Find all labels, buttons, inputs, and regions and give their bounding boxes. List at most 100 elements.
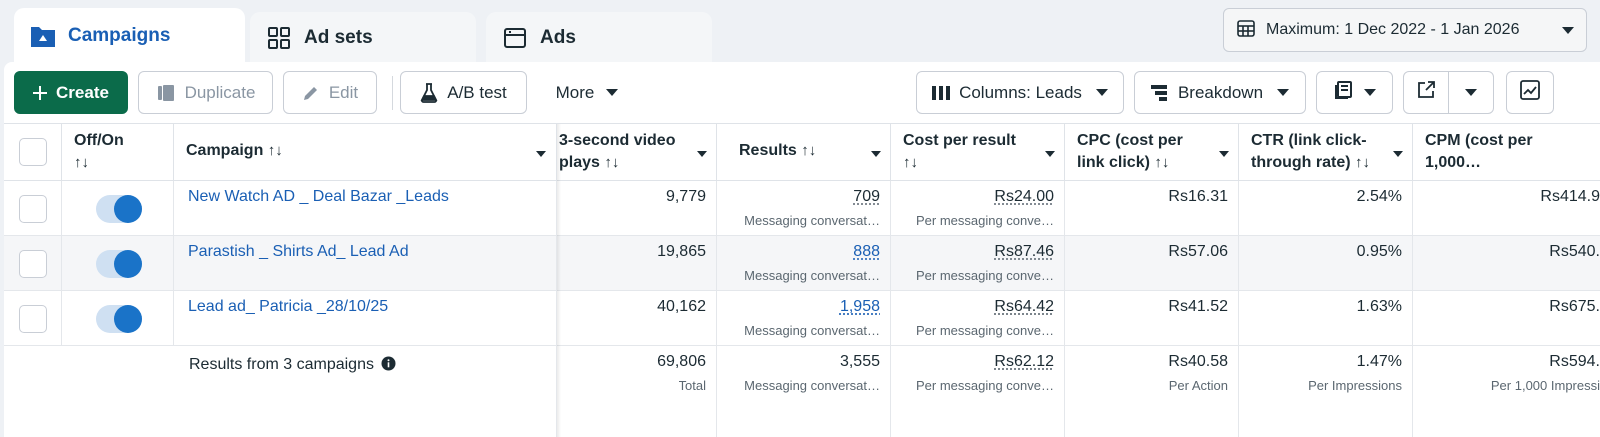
header-video-plays-line2: plays bbox=[559, 154, 600, 171]
header-off-on[interactable]: Off/On ↑↓ bbox=[62, 124, 174, 181]
folder-icon bbox=[30, 23, 56, 49]
row-checkbox[interactable] bbox=[19, 250, 47, 278]
export-button[interactable] bbox=[1403, 71, 1449, 114]
sort-icon: ↑↓ bbox=[903, 154, 918, 171]
chevron-down-icon bbox=[1363, 89, 1376, 96]
table-row[interactable]: Lead ad_ Patricia _28/10/25 40,162 1,958… bbox=[4, 291, 1600, 346]
cost-per-result-subtext: Per messaging conve… bbox=[915, 268, 1054, 283]
duplicate-button[interactable]: Duplicate bbox=[138, 71, 273, 114]
toggle-knob bbox=[114, 195, 142, 223]
frozen-column-shadow bbox=[557, 124, 561, 437]
create-button[interactable]: Create bbox=[14, 71, 128, 114]
calendar-icon bbox=[1236, 18, 1256, 43]
chevron-down-icon bbox=[1045, 151, 1055, 157]
tab-campaigns-label: Campaigns bbox=[68, 25, 171, 46]
table-row[interactable]: New Watch AD _ Deal Bazar _Leads 9,779 7… bbox=[4, 181, 1600, 236]
results-value[interactable]: 709 bbox=[853, 188, 880, 206]
cpm-value: Rs540. bbox=[1549, 243, 1600, 260]
campaigns-panel: Create Duplicate Edit A/B test More Colu… bbox=[4, 62, 1600, 437]
row-checkbox[interactable] bbox=[19, 305, 47, 333]
header-cpc[interactable]: CPC (cost per link click) ↑↓ bbox=[1065, 124, 1239, 181]
export-icon bbox=[1417, 81, 1435, 104]
export-menu-button[interactable] bbox=[1448, 71, 1494, 114]
breakdown-label: Breakdown bbox=[1177, 82, 1264, 102]
chevron-down-icon bbox=[606, 89, 619, 96]
tab-ad-sets[interactable]: Ad sets bbox=[250, 12, 476, 64]
sort-icon: ↑↓ bbox=[1355, 154, 1370, 171]
summary-results-subtext: Messaging conversat… bbox=[744, 378, 880, 393]
campaign-name-link[interactable]: Parastish _ Shirts Ad_ Lead Ad bbox=[188, 243, 409, 261]
chevron-down-icon bbox=[1095, 89, 1108, 96]
header-results-label: Results bbox=[739, 142, 797, 159]
campaign-toggle[interactable] bbox=[96, 195, 142, 223]
breakdown-icon bbox=[1150, 84, 1169, 102]
columns-button[interactable]: Columns: Leads bbox=[916, 71, 1124, 114]
campaign-toggle[interactable] bbox=[96, 305, 142, 333]
chevron-down-icon bbox=[1465, 89, 1477, 96]
pencil-icon bbox=[302, 84, 320, 102]
campaign-name-link[interactable]: Lead ad_ Patricia _28/10/25 bbox=[188, 298, 388, 316]
summary-cpm: Rs594. bbox=[1549, 353, 1600, 370]
campaign-toggle[interactable] bbox=[96, 250, 142, 278]
header-campaign-label: Campaign bbox=[186, 142, 264, 159]
info-icon[interactable] bbox=[381, 356, 396, 376]
cost-per-result-value[interactable]: Rs24.00 bbox=[994, 188, 1054, 206]
more-label: More bbox=[555, 82, 595, 102]
summary-cost-per-result[interactable]: Rs62.12 bbox=[994, 353, 1054, 371]
summary-ctr: 1.47% bbox=[1356, 353, 1402, 370]
header-video-plays[interactable]: 3-second video plays ↑↓ bbox=[557, 124, 717, 181]
cpc-value: Rs41.52 bbox=[1168, 298, 1228, 315]
create-label: Create bbox=[56, 82, 109, 102]
charts-button[interactable] bbox=[1506, 71, 1554, 114]
results-value[interactable]: 1,958 bbox=[840, 298, 880, 316]
reports-button[interactable] bbox=[1316, 71, 1393, 114]
summary-video-plays-subtext: Total bbox=[678, 378, 706, 393]
ab-test-button[interactable]: A/B test bbox=[400, 71, 527, 114]
edit-button[interactable]: Edit bbox=[283, 71, 377, 114]
chevron-down-icon bbox=[536, 151, 546, 157]
cost-per-result-value[interactable]: Rs64.42 bbox=[994, 298, 1054, 316]
campaigns-table: Off/On ↑↓ Campaign ↑↓ 3-second video pla… bbox=[4, 123, 1600, 437]
video-plays-value: 9,779 bbox=[665, 188, 706, 205]
summary-results: 3,555 bbox=[839, 353, 880, 370]
header-cpm[interactable]: CPM (cost per 1,000… bbox=[1413, 124, 1600, 181]
sort-icon: ↑↓ bbox=[267, 142, 283, 159]
results-subtext: Messaging conversat… bbox=[744, 323, 880, 338]
sort-icon: ↑↓ bbox=[604, 154, 620, 171]
video-plays-value: 40,162 bbox=[657, 298, 706, 315]
row-checkbox[interactable] bbox=[19, 195, 47, 223]
date-range-picker[interactable]: Maximum: 1 Dec 2022 - 1 Jan 2026 bbox=[1223, 8, 1587, 52]
header-ctr[interactable]: CTR (link click- through rate) ↑↓ bbox=[1239, 124, 1413, 181]
header-ctr-line2: through rate) bbox=[1251, 154, 1351, 171]
breakdown-button[interactable]: Breakdown bbox=[1134, 71, 1306, 114]
header-results[interactable]: Results ↑↓ bbox=[717, 124, 891, 181]
date-range-label: Maximum: 1 Dec 2022 - 1 Jan 2026 bbox=[1266, 21, 1520, 38]
grid-icon bbox=[266, 25, 292, 51]
sort-icon: ↑↓ bbox=[74, 154, 89, 171]
toggle-knob bbox=[114, 250, 142, 278]
table-row[interactable]: Parastish _ Shirts Ad_ Lead Ad 19,865 88… bbox=[4, 236, 1600, 291]
campaign-name-link[interactable]: New Watch AD _ Deal Bazar _Leads bbox=[188, 188, 449, 206]
header-cpc-line1: CPC (cost per bbox=[1077, 132, 1183, 149]
toolbar-divider bbox=[392, 76, 393, 110]
ab-test-label: A/B test bbox=[447, 82, 507, 102]
ad-window-icon bbox=[502, 25, 528, 51]
video-plays-value: 19,865 bbox=[657, 243, 706, 260]
plus-icon bbox=[33, 85, 48, 100]
summary-video-plays: 69,806 bbox=[657, 353, 706, 370]
tab-ads-label: Ads bbox=[540, 27, 576, 48]
tab-campaigns[interactable]: Campaigns bbox=[14, 8, 245, 64]
header-campaign[interactable]: Campaign ↑↓ bbox=[174, 124, 557, 181]
header-cost-per-result[interactable]: Cost per result ↑↓ bbox=[891, 124, 1065, 181]
tab-ad-sets-label: Ad sets bbox=[304, 27, 373, 48]
ctr-value: 2.54% bbox=[1356, 188, 1402, 205]
select-all-checkbox[interactable] bbox=[19, 138, 47, 166]
results-value[interactable]: 888 bbox=[853, 243, 880, 261]
summary-cpm-subtext: Per 1,000 Impressi bbox=[1490, 378, 1600, 393]
reports-icon bbox=[1334, 80, 1354, 105]
header-ctr-line1: CTR (link click- bbox=[1251, 132, 1367, 149]
cost-per-result-value[interactable]: Rs87.46 bbox=[994, 243, 1054, 261]
more-button[interactable]: More bbox=[537, 71, 637, 114]
cost-per-result-subtext: Per messaging conve… bbox=[915, 323, 1054, 338]
tab-ads[interactable]: Ads bbox=[486, 12, 712, 64]
